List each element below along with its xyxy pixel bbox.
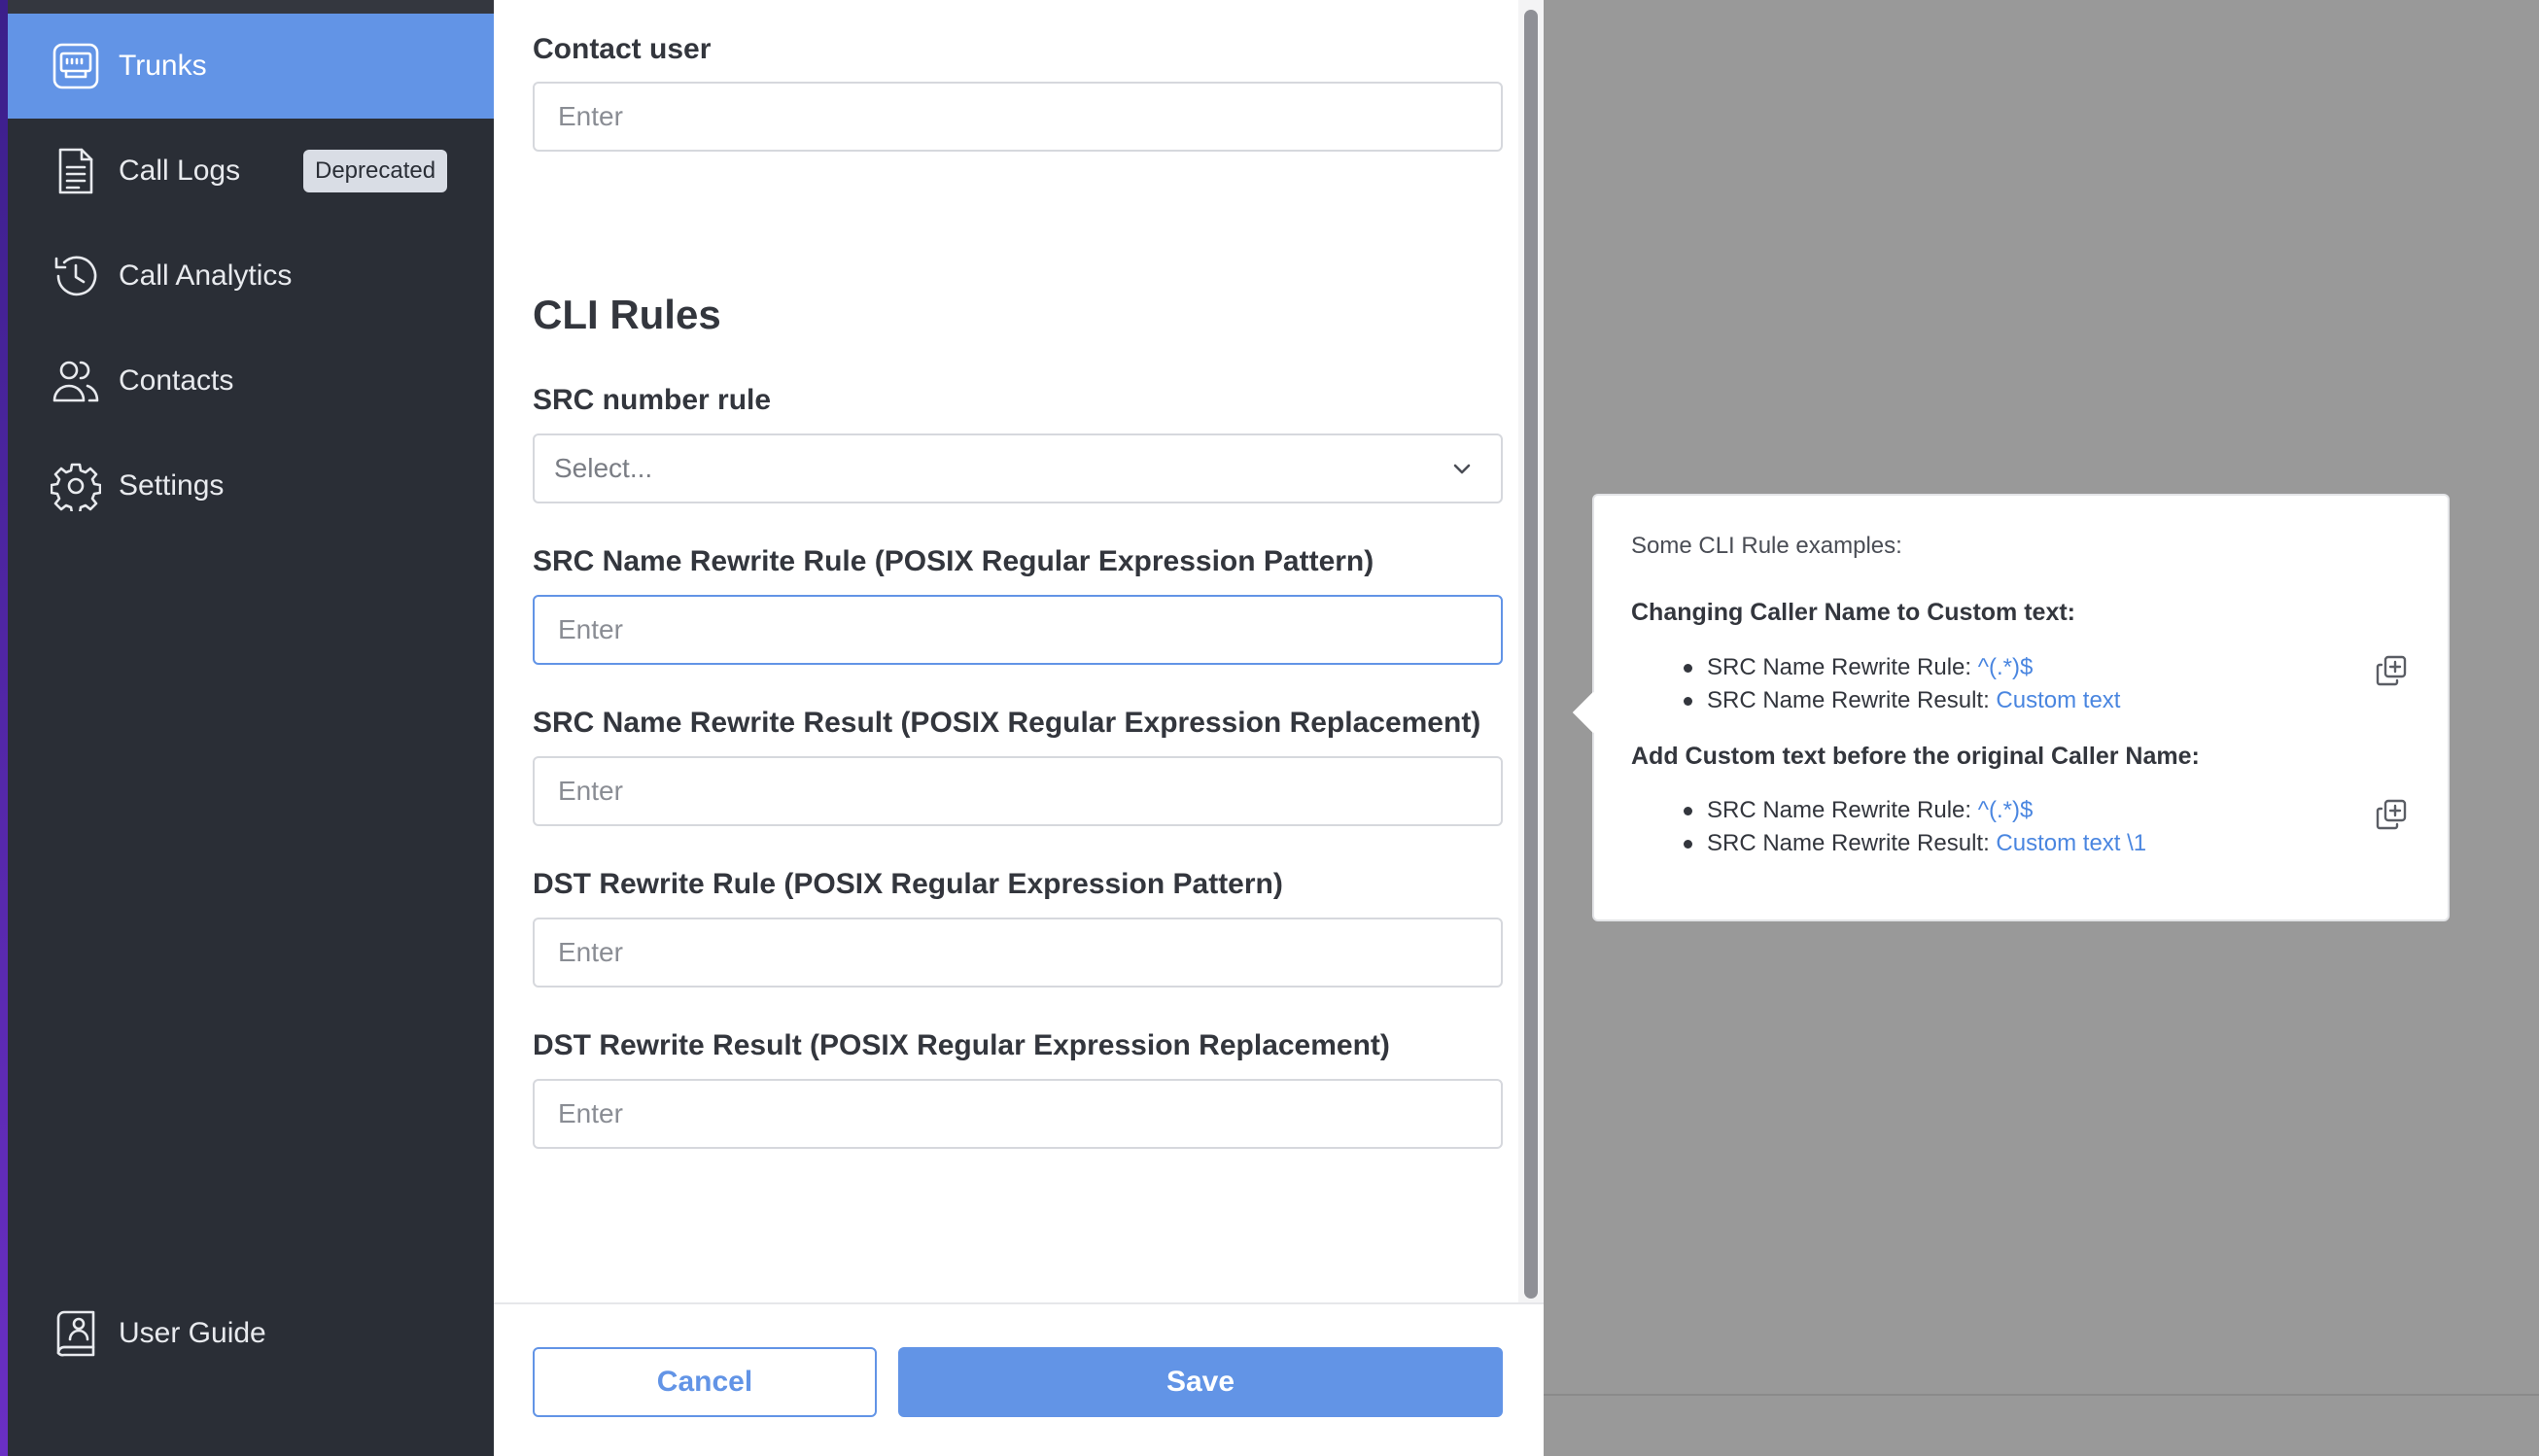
form-footer: Cancel Save <box>494 1302 1544 1456</box>
sidebar-item-label: Trunks <box>119 50 207 82</box>
trunk-form-panel: Contact user CLI Rules SRC number rule S… <box>494 0 1544 1456</box>
history-clock-icon <box>51 251 101 301</box>
sidebar-item-label: Call Analytics <box>119 260 293 292</box>
gear-icon <box>51 461 101 511</box>
users-icon <box>51 356 101 406</box>
overlay-divider <box>1544 1394 2539 1396</box>
src-name-rewrite-rule-label: SRC Name Rewrite Rule (POSIX Regular Exp… <box>533 545 1374 577</box>
list-item: SRC Name Rewrite Rule: ^(.*)$ <box>1683 651 2120 684</box>
dst-rewrite-rule-label: DST Rewrite Rule (POSIX Regular Expressi… <box>533 868 1283 900</box>
list-item: SRC Name Rewrite Rule: ^(.*)$ <box>1683 794 2146 827</box>
list-item: SRC Name Rewrite Result: Custom text <box>1683 684 2121 717</box>
rule-label: SRC Name Rewrite Rule: <box>1707 797 1978 823</box>
src-name-rewrite-result-label: SRC Name Rewrite Result (POSIX Regular E… <box>533 707 1481 739</box>
sidebar-item-label: User Guide <box>119 1317 266 1349</box>
example-list: SRC Name Rewrite Rule: ^(.*)$ SRC Name R… <box>1683 794 2147 860</box>
save-button[interactable]: Save <box>898 1347 1503 1417</box>
sidebar-item-label: Contacts <box>119 364 234 397</box>
list-item: SRC Name Rewrite Result: Custom text \1 <box>1683 827 2147 860</box>
result-label: SRC Name Rewrite Result: <box>1707 687 1997 713</box>
result-value: Custom text \1 <box>1996 830 2147 856</box>
copy-icon[interactable] <box>2374 653 2409 688</box>
sidebar-item-call-logs[interactable]: Call Logs Deprecated <box>8 119 494 224</box>
src-number-rule-select[interactable]: Select... <box>533 433 1503 503</box>
sidebar-item-label: Settings <box>119 469 225 502</box>
cli-rules-heading: CLI Rules <box>533 292 721 337</box>
document-icon <box>51 146 101 196</box>
contact-user-label: Contact user <box>533 33 712 65</box>
window-frame <box>0 0 8 1456</box>
sidebar-item-trunks[interactable]: Trunks <box>8 14 494 119</box>
rule-value: ^(.*)$ <box>1977 797 2034 823</box>
example-heading: Changing Caller Name to Custom text: <box>1631 599 2075 626</box>
example-list: SRC Name Rewrite Rule: ^(.*)$ SRC Name R… <box>1683 651 2121 717</box>
dst-rewrite-result-label: DST Rewrite Result (POSIX Regular Expres… <box>533 1029 1390 1061</box>
deprecated-badge: Deprecated <box>303 150 448 192</box>
rule-label: SRC Name Rewrite Rule: <box>1707 654 1978 680</box>
trunk-icon <box>51 41 101 91</box>
sidebar-item-label: Call Logs <box>119 155 241 187</box>
sidebar-item-settings[interactable]: Settings <box>8 433 494 538</box>
dst-rewrite-rule-input[interactable] <box>533 918 1503 988</box>
sidebar-item-call-analytics[interactable]: Call Analytics <box>8 224 494 329</box>
example-heading: Add Custom text before the original Call… <box>1631 743 2200 770</box>
sidebar: Trunks Call Logs Deprecated Call Analyti… <box>8 0 494 1456</box>
scrollbar-thumb[interactable] <box>1524 10 1538 1299</box>
copy-icon[interactable] <box>2374 797 2409 832</box>
contact-user-input[interactable] <box>533 82 1503 152</box>
src-name-rewrite-result-input[interactable] <box>533 756 1503 826</box>
user-guide-icon <box>51 1308 101 1359</box>
tooltip-intro: Some CLI Rule examples: <box>1631 533 1902 559</box>
src-name-rewrite-rule-input[interactable] <box>533 595 1503 665</box>
cli-rules-help-tooltip: Some CLI Rule examples: Changing Caller … <box>1572 494 2450 921</box>
sidebar-top-strip <box>8 0 494 14</box>
result-label: SRC Name Rewrite Result: <box>1707 830 1997 856</box>
sidebar-item-user-guide[interactable]: User Guide <box>8 1281 494 1386</box>
cancel-button[interactable]: Cancel <box>533 1347 877 1417</box>
dst-rewrite-result-input[interactable] <box>533 1079 1503 1149</box>
sidebar-item-contacts[interactable]: Contacts <box>8 329 494 433</box>
chevron-down-icon <box>1448 455 1476 482</box>
rule-value: ^(.*)$ <box>1977 654 2034 680</box>
src-number-rule-label: SRC number rule <box>533 384 772 416</box>
select-placeholder: Select... <box>554 453 653 483</box>
result-value: Custom text <box>1996 687 2121 713</box>
